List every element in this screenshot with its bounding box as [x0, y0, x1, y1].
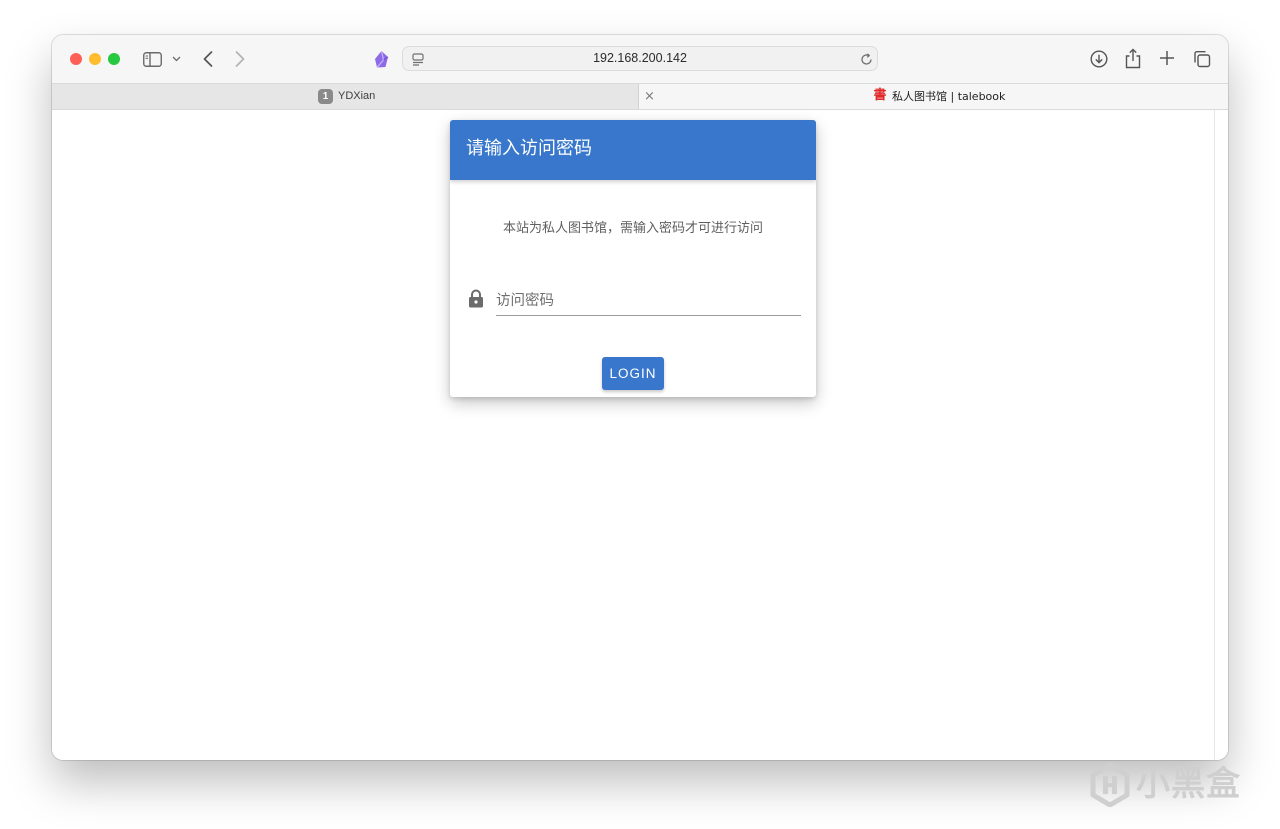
address-url[interactable]: 192.168.200.142 — [403, 47, 877, 70]
download-icon[interactable] — [1089, 49, 1109, 69]
address-bar[interactable]: 192.168.200.142 — [402, 46, 878, 71]
dialog-header: 请输入访问密码 — [450, 120, 816, 180]
watermark-text: 小黑盒 — [1136, 764, 1241, 804]
chevron-down-icon[interactable] — [171, 54, 181, 64]
login-button[interactable]: LOGIN — [602, 357, 664, 390]
sidebar-icon[interactable] — [142, 51, 162, 67]
scrollbar-track — [1214, 110, 1215, 760]
watermark: 小黑盒 — [1088, 762, 1248, 808]
browser-toolbar: 192.168.200.142 — [52, 35, 1228, 83]
login-dialog: 请输入访问密码 本站为私人图书馆，需输入密码才可进行访问 LOGIN — [450, 120, 816, 397]
dialog-message: 本站为私人图书馆，需输入密码才可进行访问 — [502, 221, 763, 236]
close-tab-icon[interactable]: × — [644, 84, 655, 109]
forward-icon[interactable] — [233, 50, 247, 68]
tab-label-ydxian: YDXian — [338, 90, 376, 102]
close-window-button[interactable] — [70, 53, 82, 65]
tab-group-badge: 1 — [318, 89, 333, 104]
extension-icon[interactable] — [372, 49, 390, 69]
zoom-window-button[interactable] — [108, 53, 120, 65]
reload-icon[interactable] — [859, 52, 873, 66]
lock-icon — [468, 289, 484, 308]
password-input[interactable] — [496, 286, 801, 316]
back-icon[interactable] — [201, 50, 215, 68]
book-favicon-icon: 書 — [873, 88, 887, 103]
browser-window: 192.168.200.142 1 YDXian × 書 私人图书馆 | tal… — [52, 35, 1228, 760]
tab-ydxian[interactable]: 1 YDXian — [52, 84, 639, 109]
tab-bar: 1 YDXian × 書 私人图书馆 | talebook — [52, 83, 1228, 110]
page-content: 请输入访问密码 本站为私人图书馆，需输入密码才可进行访问 LOGIN — [52, 110, 1228, 760]
new-tab-icon[interactable] — [1158, 49, 1176, 67]
tab-overview-icon[interactable] — [1192, 49, 1212, 69]
tab-label-talebook: 私人图书馆 | talebook — [892, 90, 1006, 103]
minimize-window-button[interactable] — [89, 53, 101, 65]
dialog-title: 请输入访问密码 — [466, 138, 592, 159]
watermark-logo-icon — [1090, 763, 1130, 807]
share-icon[interactable] — [1124, 47, 1142, 69]
